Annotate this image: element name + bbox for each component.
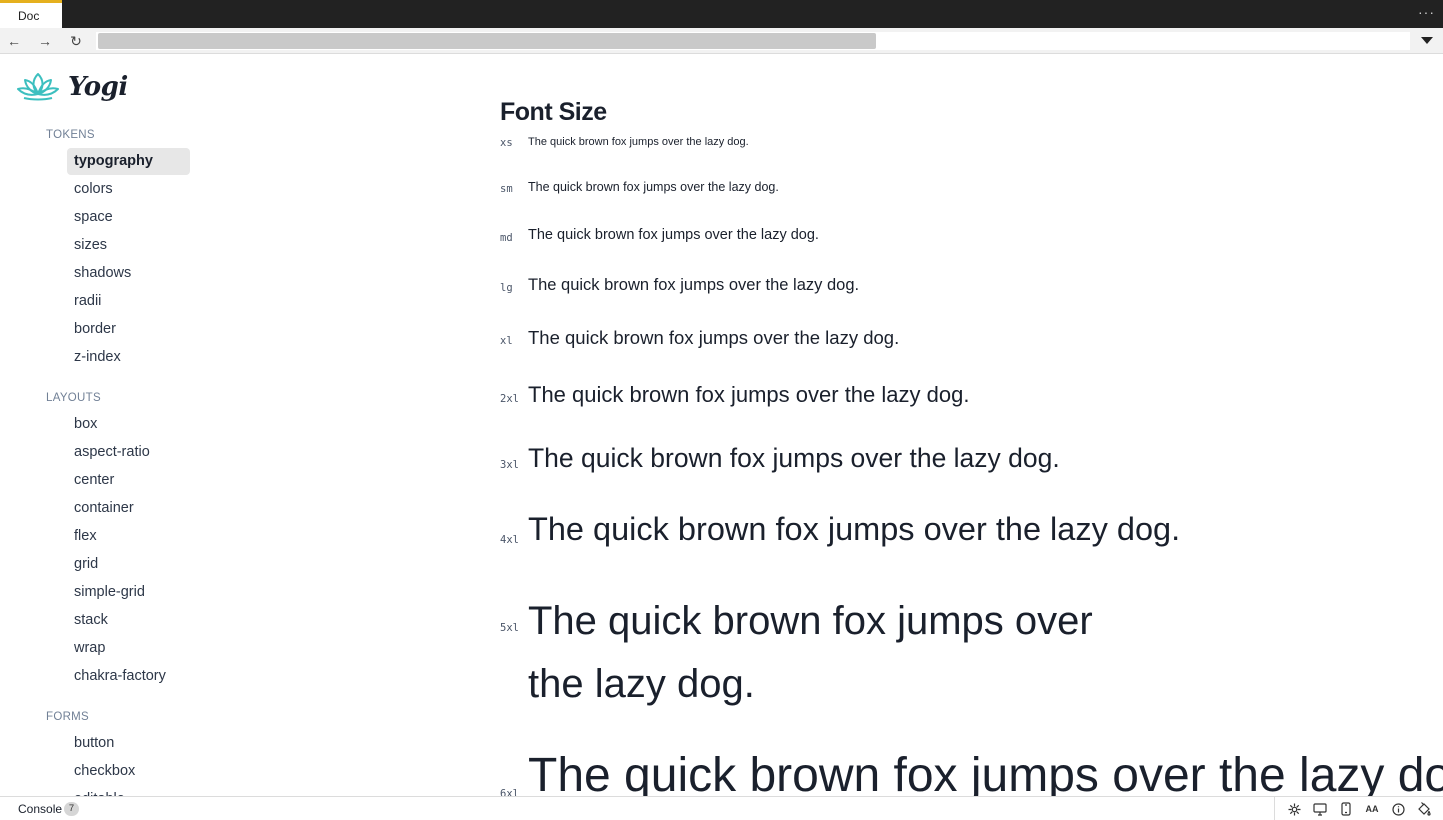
sidebar-item-space[interactable]: space xyxy=(67,204,190,231)
logo-text: Yogi xyxy=(68,72,128,102)
size-token: sm xyxy=(500,183,513,195)
sidebar-item-simple-grid[interactable]: simple-grid xyxy=(67,579,190,606)
size-token: 5xl xyxy=(500,622,519,634)
size-sample: The quick brown fox jumps over the lazy … xyxy=(528,180,779,194)
sidebar-item-grid[interactable]: grid xyxy=(67,551,190,578)
size-token: 4xl xyxy=(500,534,519,546)
size-sample: The quick brown fox jumps over the lazy … xyxy=(528,511,1181,547)
sidebar-item-stack[interactable]: stack xyxy=(67,607,190,634)
size-token: lg xyxy=(500,282,513,294)
section-title-tokens: TOKENS xyxy=(46,129,95,141)
size-sample: The quick brown fox jumps over the lazy … xyxy=(528,443,1060,473)
desktop-icon[interactable] xyxy=(1307,797,1333,820)
size-sample: The quick brown fox jumps over the lazy … xyxy=(528,382,970,407)
sidebar-item-shadows[interactable]: shadows xyxy=(67,260,190,287)
size-token: 3xl xyxy=(500,459,519,471)
lotus-icon xyxy=(17,73,59,101)
info-icon[interactable] xyxy=(1385,797,1411,820)
page-title: Font Size xyxy=(500,98,607,126)
address-redacted xyxy=(98,33,876,49)
sidebar-item-chakra-factory[interactable]: chakra-factory xyxy=(67,663,190,690)
sidebar-item-box[interactable]: box xyxy=(67,411,190,438)
size-token: 6xl xyxy=(500,788,519,796)
sidebar: Yogi TOKENS typography colors space size… xyxy=(0,54,250,796)
size-sample: The quick brown fox jumps over the lazy … xyxy=(528,327,900,348)
console-tab[interactable]: Console xyxy=(18,802,62,816)
sidebar-item-button[interactable]: button xyxy=(67,730,190,757)
reload-icon[interactable]: ↻ xyxy=(66,31,86,51)
console-bar: Console 7 AA xyxy=(0,796,1443,820)
sidebar-item-wrap[interactable]: wrap xyxy=(67,635,190,662)
text-size-icon[interactable]: AA xyxy=(1359,797,1385,820)
main-content: Font Size xs The quick brown fox jumps o… xyxy=(250,54,1443,796)
tab-bar: Doc ··· xyxy=(0,0,1443,28)
size-sample: The quick brown fox jumps over the lazy … xyxy=(528,749,1443,796)
sidebar-item-editable[interactable]: editable xyxy=(67,786,190,796)
paint-bucket-icon[interactable] xyxy=(1411,797,1437,820)
toolbar: AA xyxy=(1274,797,1437,820)
size-token: 2xl xyxy=(500,393,519,405)
tab-doc[interactable]: Doc xyxy=(0,0,62,28)
forward-icon[interactable]: → xyxy=(35,31,55,51)
section-title-forms: FORMS xyxy=(46,711,90,723)
sidebar-item-colors[interactable]: colors xyxy=(67,176,190,203)
sidebar-item-sizes[interactable]: sizes xyxy=(67,232,190,259)
size-token: xs xyxy=(500,137,513,149)
size-sample: The quick brown fox jumps over the lazy … xyxy=(528,599,1093,706)
sidebar-item-border[interactable]: border xyxy=(67,316,190,343)
size-sample: The quick brown fox jumps over the lazy … xyxy=(528,136,749,148)
sidebar-item-flex[interactable]: flex xyxy=(67,523,190,550)
section-title-layouts: LAYOUTS xyxy=(46,392,101,404)
sidebar-item-aspect-ratio[interactable]: aspect-ratio xyxy=(67,439,190,466)
navigation-bar: ← → ↻ xyxy=(0,28,1443,54)
mobile-icon[interactable] xyxy=(1333,797,1359,820)
inspect-icon[interactable] xyxy=(1281,797,1307,820)
sidebar-item-radii[interactable]: radii xyxy=(67,288,190,315)
size-sample: The quick brown fox jumps over the lazy … xyxy=(528,276,860,294)
back-icon[interactable]: ← xyxy=(4,31,24,51)
size-sample: The quick brown fox jumps over the lazy … xyxy=(528,227,819,243)
more-icon[interactable]: ··· xyxy=(1418,4,1435,20)
size-token: xl xyxy=(500,335,513,347)
sidebar-item-container[interactable]: container xyxy=(67,495,190,522)
dropdown-caret-icon[interactable] xyxy=(1421,37,1433,44)
logo[interactable]: Yogi xyxy=(16,70,128,104)
sidebar-item-z-index[interactable]: z-index xyxy=(67,344,190,371)
size-token: md xyxy=(500,232,513,244)
address-bar[interactable] xyxy=(96,32,1410,50)
sidebar-item-checkbox[interactable]: checkbox xyxy=(67,758,190,785)
sidebar-item-center[interactable]: center xyxy=(67,467,190,494)
sidebar-item-typography[interactable]: typography xyxy=(67,148,190,175)
console-count-badge: 7 xyxy=(64,802,79,816)
